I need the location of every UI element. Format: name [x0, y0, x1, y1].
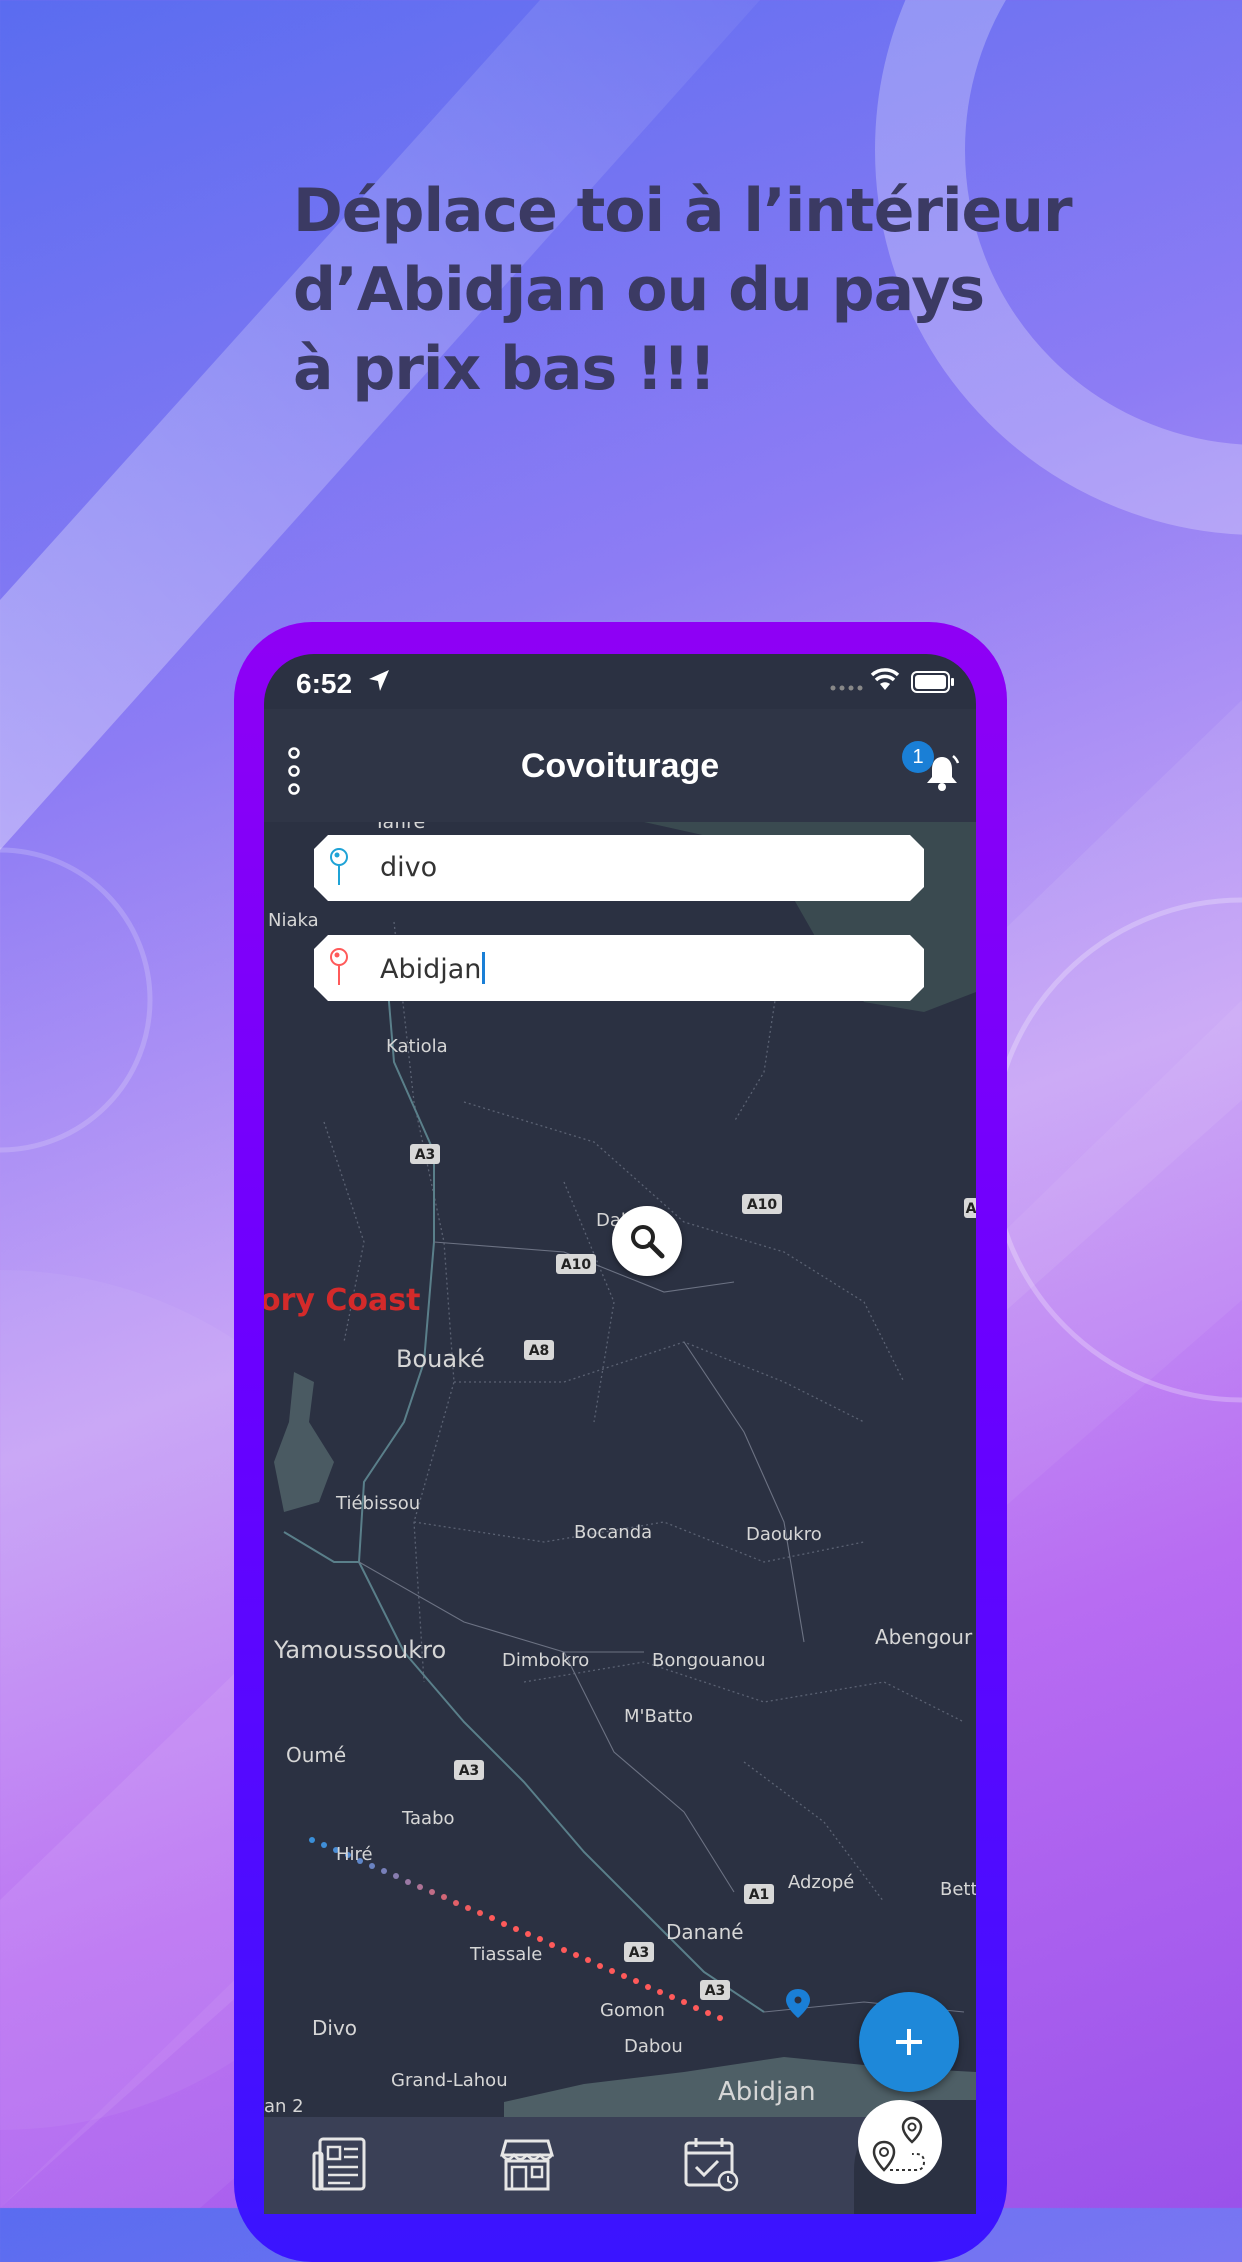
search-icon — [631, 1225, 665, 1259]
news-icon[interactable] — [312, 2135, 370, 2193]
city-label: Katiola — [386, 1036, 448, 1057]
route-map-icon — [872, 2116, 926, 2172]
city-label: Daoukro — [746, 1524, 822, 1545]
city-label: Bongouanou — [652, 1650, 765, 1671]
notification-badge: 1 — [902, 741, 934, 773]
city-label: Tiébissou — [335, 1493, 420, 1514]
city-label: Dabou — [624, 2036, 683, 2057]
status-bar: 6:52 — [264, 654, 976, 709]
city-label: Divo — [312, 2016, 357, 2040]
road-shield: A3 — [705, 1983, 726, 1999]
road-shield: A10 — [747, 1197, 778, 1213]
city-label: Taabo — [401, 1808, 455, 1829]
add-button[interactable] — [859, 1992, 959, 2092]
promo-line-2: d’Abidjan ou du pays — [293, 255, 985, 325]
city-label: M'Batto — [624, 1706, 693, 1727]
destination-input[interactable]: Abidjan — [380, 952, 486, 985]
city-label: an 2 — [264, 2096, 304, 2117]
destination-value: Abidjan — [380, 954, 482, 985]
battery-icon — [911, 671, 954, 693]
route-tab[interactable] — [854, 2100, 976, 2214]
road-shield: A3 — [629, 1945, 650, 1961]
map-canvas[interactable]: A3 A10 A10 A8 A3 A3 A3 A1 A ory Coast Ta… — [264, 811, 976, 2122]
road-shield: A1 — [749, 1887, 770, 1903]
city-label: Abengour — [875, 1625, 973, 1649]
road-shield: A8 — [529, 1343, 550, 1359]
store-icon[interactable] — [498, 2135, 556, 2193]
location-arrow-icon — [369, 670, 389, 691]
wifi-icon — [870, 668, 900, 690]
city-label: Tafire — [373, 822, 425, 833]
road-shield: A10 — [561, 1257, 592, 1273]
city-label: Niaka — [268, 910, 319, 931]
origin-input[interactable]: divo — [380, 852, 437, 883]
cellular-signal-icon — [830, 685, 863, 691]
origin-field[interactable]: divo — [314, 835, 924, 901]
app-bar: Covoiturage 1 — [264, 709, 976, 822]
city-label: Bouaké — [396, 1345, 485, 1373]
city-label: Oumé — [286, 1743, 346, 1767]
destination-field[interactable]: Abidjan — [314, 935, 924, 1001]
app-title: Covoiturage — [520, 747, 720, 785]
city-label: Grand-Lahou — [391, 2070, 508, 2091]
search-button[interactable] — [612, 1206, 682, 1276]
city-label: Gomon — [600, 2000, 665, 2021]
road-shield: A3 — [415, 1147, 436, 1163]
city-label: Yamoussoukro — [273, 1636, 446, 1664]
road-shield: A3 — [459, 1763, 480, 1779]
city-label: Adzopé — [788, 1872, 854, 1893]
calendar-icon[interactable] — [682, 2135, 740, 2193]
map-view[interactable]: A3 A10 A10 A8 A3 A3 A3 A1 A ory Coast Ta… — [264, 811, 976, 2122]
origin-pin-icon — [330, 848, 348, 885]
text-caret — [482, 952, 486, 984]
city-label: Tiassale — [469, 1944, 542, 1965]
city-label: Dimbokro — [502, 1650, 589, 1671]
promo-line-1: Déplace toi à l’intérieur — [293, 176, 1073, 246]
country-label: ory Coast — [264, 1283, 420, 1318]
plus-icon — [896, 2029, 922, 2055]
road-shield: A — [966, 1201, 976, 1217]
phone-screen: 6:52 Covoiturage 1 A3 A10 A10 A8 A3 A3 A… — [264, 654, 976, 2214]
promo-headline: Déplace toi à l’intérieur d’Abidjan ou d… — [293, 172, 1093, 409]
destination-pin-icon — [330, 948, 348, 985]
city-label: Hiré — [336, 1844, 373, 1865]
city-label: Abidjan — [718, 2077, 816, 2107]
city-label: Bocanda — [574, 1522, 652, 1543]
promo-line-3: à prix bas !!! — [293, 334, 716, 404]
city-label: Danané — [666, 1920, 744, 1944]
city-label: Bett — [940, 1879, 976, 1900]
status-time: 6:52 — [296, 668, 353, 699]
